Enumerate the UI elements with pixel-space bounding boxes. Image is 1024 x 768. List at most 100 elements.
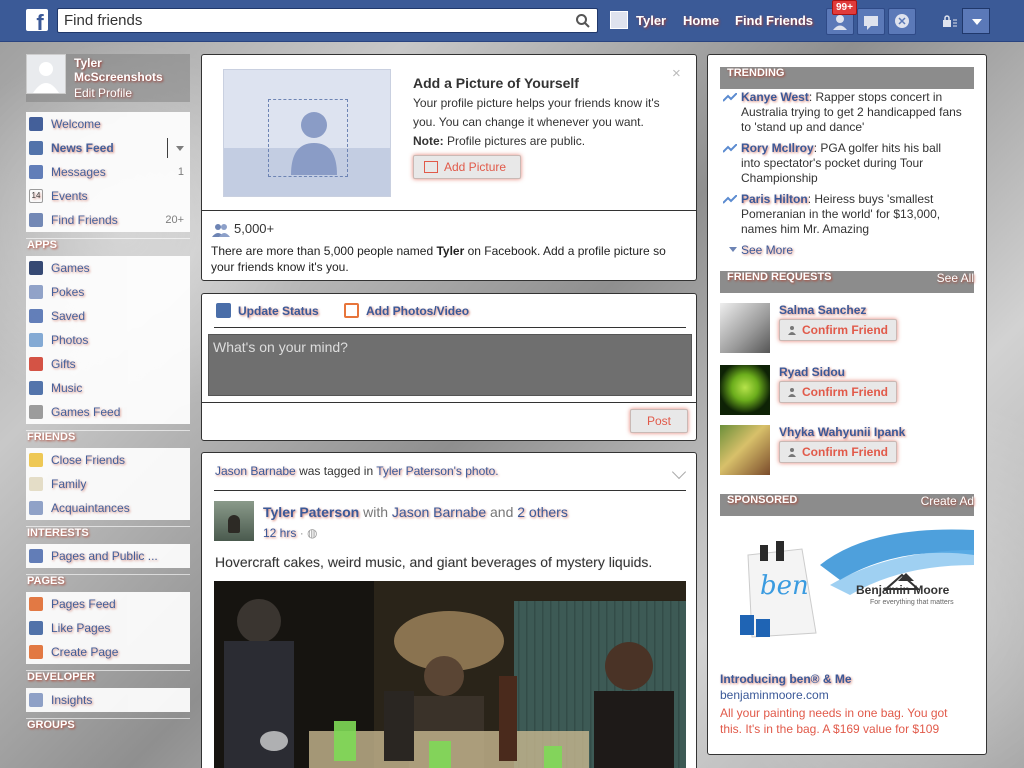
section-developer[interactable]: DEVELOPER: [26, 670, 190, 688]
ad-title[interactable]: Introducing ben® & Me: [720, 672, 852, 686]
trending-name[interactable]: Rory McIlroy: [741, 141, 814, 155]
sidebar-item-welcome[interactable]: Welcome: [26, 112, 190, 136]
ad-tagline: For everything that matters: [870, 599, 954, 606]
confirm-label: Confirm Friend: [802, 385, 888, 399]
find-friends-link[interactable]: Find Friends: [735, 13, 813, 28]
sidebar-item-music[interactable]: Music: [26, 376, 190, 400]
profile-link[interactable]: Tyler: [636, 13, 666, 28]
others-link[interactable]: 2 others: [517, 504, 568, 520]
notifications-jewel-icon[interactable]: [888, 8, 916, 35]
tab-update-status[interactable]: Update Status: [216, 303, 319, 318]
author-avatar[interactable]: [214, 501, 254, 541]
timestamp-link[interactable]: 12 hrs: [263, 526, 296, 540]
sidebar-item-family[interactable]: Family: [26, 472, 190, 496]
sidebar-item-pages-public[interactable]: Pages and Public ...: [26, 544, 190, 568]
requester-avatar[interactable]: [720, 425, 770, 475]
section-apps[interactable]: APPS: [26, 238, 190, 256]
silhouette-icon: [291, 112, 337, 175]
bookmark-icon: [29, 309, 43, 323]
post-photo[interactable]: [214, 581, 686, 768]
sidebar-item-label: Find Friends: [51, 213, 118, 227]
add-friend-icon: [788, 388, 796, 397]
photos-icon: [29, 333, 43, 347]
sidebar-item-messages[interactable]: Messages 1: [26, 160, 190, 184]
status-input[interactable]: [208, 334, 692, 396]
confirm-friend-button[interactable]: Confirm Friend: [779, 319, 897, 341]
trending-item[interactable]: Paris Hilton: Heiress buys 'smallest Pom…: [723, 192, 963, 237]
sidebar-item-like-pages[interactable]: Like Pages: [26, 616, 190, 640]
confirm-label: Confirm Friend: [802, 323, 888, 337]
sidebar-item-events[interactable]: 14 Events: [26, 184, 190, 208]
tab-add-photos[interactable]: Add Photos/Video: [344, 303, 469, 318]
home-link[interactable]: Home: [683, 13, 719, 28]
top-avatar[interactable]: [610, 11, 628, 29]
tagged-link[interactable]: Jason Barnabe: [392, 504, 486, 520]
close-icon[interactable]: ×: [672, 65, 681, 82]
chevron-down-icon[interactable]: [176, 146, 184, 151]
ad-image[interactable]: ben Benjamin Moore For everything that m…: [720, 525, 974, 673]
confirm-friend-button[interactable]: Confirm Friend: [779, 381, 897, 403]
section-pages[interactable]: PAGES: [26, 574, 190, 592]
requester-name[interactable]: Ryad Sidou: [779, 365, 845, 379]
requester-avatar[interactable]: [720, 365, 770, 415]
profile-name[interactable]: Tyler McScreenshots: [74, 56, 189, 84]
with-text: with: [359, 504, 392, 520]
section-friends[interactable]: FRIENDS: [26, 430, 190, 448]
acquaintances-icon: [29, 501, 43, 515]
facebook-logo-icon[interactable]: f: [26, 9, 48, 31]
add-picture-button[interactable]: Add Picture: [413, 155, 521, 179]
author-link[interactable]: Tyler Paterson: [263, 504, 359, 520]
requester-name[interactable]: Vhyka Wahyunii Ipank: [779, 425, 905, 439]
trending-item[interactable]: Kanye West: Rapper stops concert in Aust…: [723, 90, 963, 135]
sidebar-item-acquaintances[interactable]: Acquaintances: [26, 496, 190, 520]
pages-nav: Pages Feed Like Pages Create Page: [26, 592, 190, 664]
section-groups[interactable]: GROUPS: [26, 718, 190, 736]
sidebar-item-news-feed[interactable]: News Feed: [26, 136, 190, 160]
search-input[interactable]: [58, 9, 558, 32]
camera-icon: [344, 303, 359, 318]
messages-jewel-icon[interactable]: [857, 8, 885, 35]
sidebar-item-find-friends[interactable]: Find Friends 20+: [26, 208, 190, 232]
sidebar-item-games[interactable]: Games: [26, 256, 190, 280]
messages-count: 1: [177, 166, 184, 178]
requester-name[interactable]: Salma Sanchez: [779, 303, 866, 317]
sidebar-item-photos[interactable]: Photos: [26, 328, 190, 352]
friends-nav: Close Friends Family Acquaintances: [26, 448, 190, 520]
search-icon[interactable]: [575, 13, 591, 29]
trending-item[interactable]: Rory McIlroy: PGA golfer hits his ball i…: [723, 141, 963, 186]
requester-avatar[interactable]: [720, 303, 770, 353]
sidebar-item-pages-feed[interactable]: Pages Feed: [26, 592, 190, 616]
profile-avatar[interactable]: [26, 54, 66, 94]
sidebar-item-label: Gifts: [51, 357, 76, 371]
sidebar-item-create-page[interactable]: Create Page: [26, 640, 190, 664]
account-menu-button[interactable]: [962, 8, 990, 34]
post-button[interactable]: Post: [630, 409, 688, 433]
globe-icon[interactable]: · ◍: [300, 526, 318, 540]
sidebar-item-gifts[interactable]: Gifts: [26, 352, 190, 376]
trending-name[interactable]: Kanye West: [741, 90, 809, 104]
sidebar-item-games-feed[interactable]: Games Feed: [26, 400, 190, 424]
left-sidebar: Tyler McScreenshots Edit Profile Welcome…: [26, 54, 190, 736]
trending-name[interactable]: Paris Hilton: [741, 192, 808, 206]
sidebar-item-pokes[interactable]: Pokes: [26, 280, 190, 304]
sidebar-item-label: Games: [51, 261, 90, 275]
story-target-link[interactable]: Tyler Paterson's photo.: [376, 464, 498, 478]
edit-profile-link[interactable]: Edit Profile: [74, 86, 132, 100]
friend-request: Salma Sanchez Confirm Friend: [720, 303, 974, 353]
feed-story: Jason Barnabe was tagged in Tyler Paters…: [201, 452, 697, 768]
sidebar-item-insights[interactable]: Insights: [26, 688, 190, 712]
create-ad-link[interactable]: Create Ad: [921, 494, 974, 508]
section-interests[interactable]: INTERESTS: [26, 526, 190, 544]
sidebar-item-saved[interactable]: Saved: [26, 304, 190, 328]
sidebar-item-close-friends[interactable]: Close Friends: [26, 448, 190, 472]
privacy-lock-icon[interactable]: [942, 14, 958, 28]
story-actor-link[interactable]: Jason Barnabe: [215, 464, 296, 478]
chevron-down-icon[interactable]: [671, 464, 687, 480]
ad-url[interactable]: benjaminmoore.com: [720, 688, 829, 702]
sidebar-item-label: Welcome: [51, 117, 101, 131]
confirm-friend-button[interactable]: Confirm Friend: [779, 441, 897, 463]
see-all-link[interactable]: See All: [937, 271, 974, 285]
add-picture-description: Your profile picture helps your friends …: [413, 94, 675, 151]
sidebar-item-label: Events: [51, 189, 88, 203]
see-more-link[interactable]: See More: [728, 243, 793, 257]
